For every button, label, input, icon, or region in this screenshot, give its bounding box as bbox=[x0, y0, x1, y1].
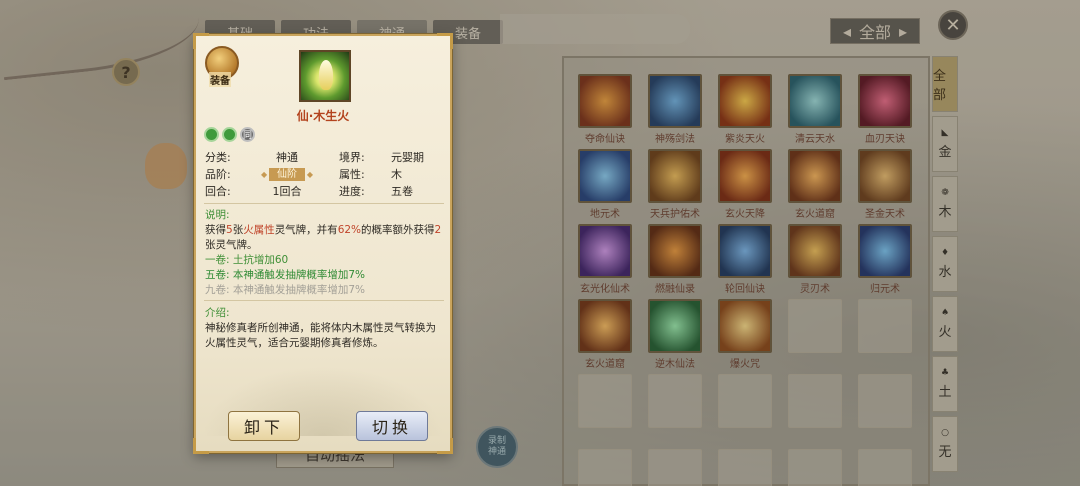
category-key: 分类: bbox=[205, 150, 231, 164]
realm-key: 境界: bbox=[339, 150, 365, 164]
equipped-badge: 装备 bbox=[205, 46, 243, 87]
frame-corner bbox=[437, 438, 453, 454]
skill-properties: 分类: 神通 境界: 元婴期 品阶: 仙阶 属性: 木 回合: 1回合 进度: … bbox=[205, 148, 445, 199]
volume-5-bonus: 五卷: 本神通触发抽牌概率增加7% bbox=[205, 269, 366, 281]
flame-icon bbox=[319, 60, 333, 90]
volume-9-bonus: 九卷: 本神通触发抽牌概率增加7% bbox=[205, 284, 366, 296]
desc-part: 灵气牌，并有 bbox=[274, 224, 338, 236]
attribute-key: 属性: bbox=[339, 167, 365, 181]
desc-number: 2 bbox=[434, 224, 442, 236]
divider bbox=[204, 203, 444, 204]
progress-key: 进度: bbox=[339, 184, 365, 198]
skill-icon bbox=[299, 50, 351, 102]
switch-button[interactable]: 切换 bbox=[356, 411, 428, 441]
desc-part: 获得 bbox=[205, 224, 226, 236]
round-key: 回合: bbox=[205, 184, 231, 198]
realm-value: 元婴期 bbox=[391, 150, 424, 164]
progress-value: 五卷 bbox=[391, 184, 413, 198]
desc-number: 5 bbox=[226, 224, 233, 236]
rank-value: 仙阶 bbox=[261, 167, 313, 181]
round-value: 1回合 bbox=[272, 184, 302, 198]
unequip-button[interactable]: 卸下 bbox=[228, 411, 300, 441]
desc-part: 张灵气牌。 bbox=[205, 239, 258, 251]
rank-key: 品阶: bbox=[205, 167, 231, 181]
desc-part: 张 bbox=[232, 224, 244, 236]
divider bbox=[204, 300, 444, 301]
frame-corner bbox=[437, 33, 453, 49]
category-value: 神通 bbox=[276, 150, 298, 164]
intro-text: 神秘修真者所创神通，能将体内木属性灵气转换为火属性灵气，适合元婴期修真者修炼。 bbox=[205, 322, 436, 349]
wood-slot-icon bbox=[222, 127, 237, 142]
volume-1-bonus: 一卷: 土抗增加60 bbox=[205, 254, 289, 266]
skill-title: 仙·木生火 bbox=[296, 109, 350, 123]
description-heading: 说明: bbox=[205, 209, 230, 221]
desc-percent: 62% bbox=[337, 224, 362, 236]
frame-corner bbox=[193, 438, 209, 454]
slot-indicators: 同 bbox=[204, 127, 255, 142]
modal-overlay[interactable] bbox=[0, 0, 1080, 486]
wood-slot-icon bbox=[204, 127, 219, 142]
desc-fire-attr: 火属性 bbox=[243, 224, 275, 236]
desc-part: 的概率额外获得 bbox=[361, 224, 435, 236]
skill-introduction: 介绍: 神秘修真者所创神通，能将体内木属性灵气转换为火属性灵气，适合元婴期修真者… bbox=[205, 306, 445, 351]
attribute-value: 木 bbox=[391, 167, 402, 181]
skill-description: 说明: 获得5张火属性灵气牌，并有62%的概率额外获得2 张灵气牌。 一卷: 土抗… bbox=[205, 208, 445, 298]
equipped-label: 装备 bbox=[209, 72, 231, 87]
same-slot-icon: 同 bbox=[240, 127, 255, 142]
intro-heading: 介绍: bbox=[205, 307, 230, 319]
description-text: 获得5张火属性灵气牌，并有62%的概率额外获得2 张灵气牌。 bbox=[205, 223, 445, 253]
skill-detail-popup: 装备 仙·木生火 同 分类: 神通 境界: 元婴期 品阶: 仙阶 属性: 木 回… bbox=[193, 33, 453, 454]
